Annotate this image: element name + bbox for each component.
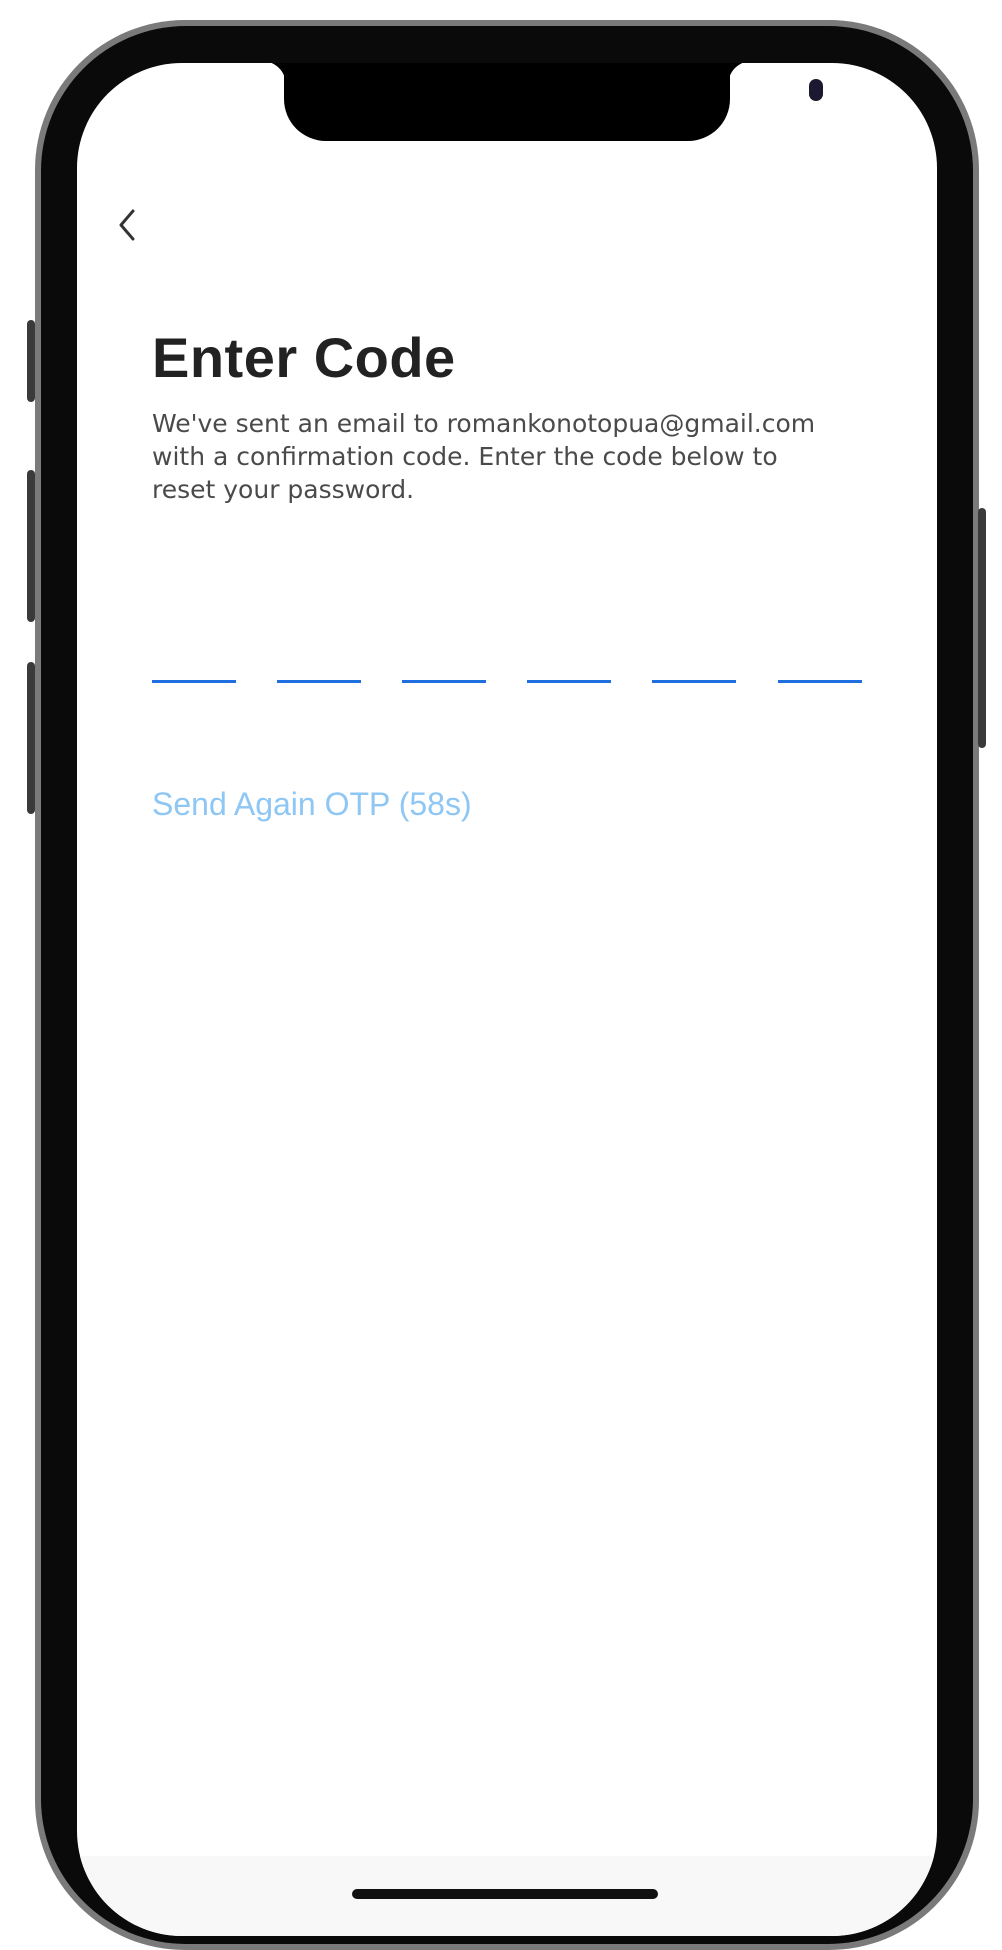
otp-digit-4[interactable]: [527, 623, 611, 683]
notch: [284, 63, 823, 141]
otp-digit-5[interactable]: [652, 623, 736, 683]
page-title: Enter Code: [152, 326, 456, 389]
back-button[interactable]: [107, 203, 147, 247]
home-indicator[interactable]: [352, 1889, 658, 1899]
mute-switch: [27, 320, 35, 402]
notch-shoulder-left: [262, 63, 286, 85]
otp-digit-6[interactable]: [778, 623, 862, 683]
otp-input-group: [152, 623, 862, 683]
volume-up-button: [27, 470, 35, 622]
otp-digit-3[interactable]: [402, 623, 486, 683]
app-screen: Enter Code We've sent an email to romank…: [77, 63, 937, 1936]
otp-digit-1[interactable]: [152, 623, 236, 683]
instructions-text: We've sent an email to romankonotopua@gm…: [152, 409, 816, 504]
chevron-left-icon: [119, 209, 135, 241]
resend-otp-link[interactable]: Send Again OTP (58s): [152, 786, 472, 823]
volume-down-button: [27, 662, 35, 814]
notch-shoulder-right: [728, 63, 752, 85]
otp-digit-2[interactable]: [277, 623, 361, 683]
front-camera: [809, 79, 823, 101]
power-button: [978, 508, 986, 748]
